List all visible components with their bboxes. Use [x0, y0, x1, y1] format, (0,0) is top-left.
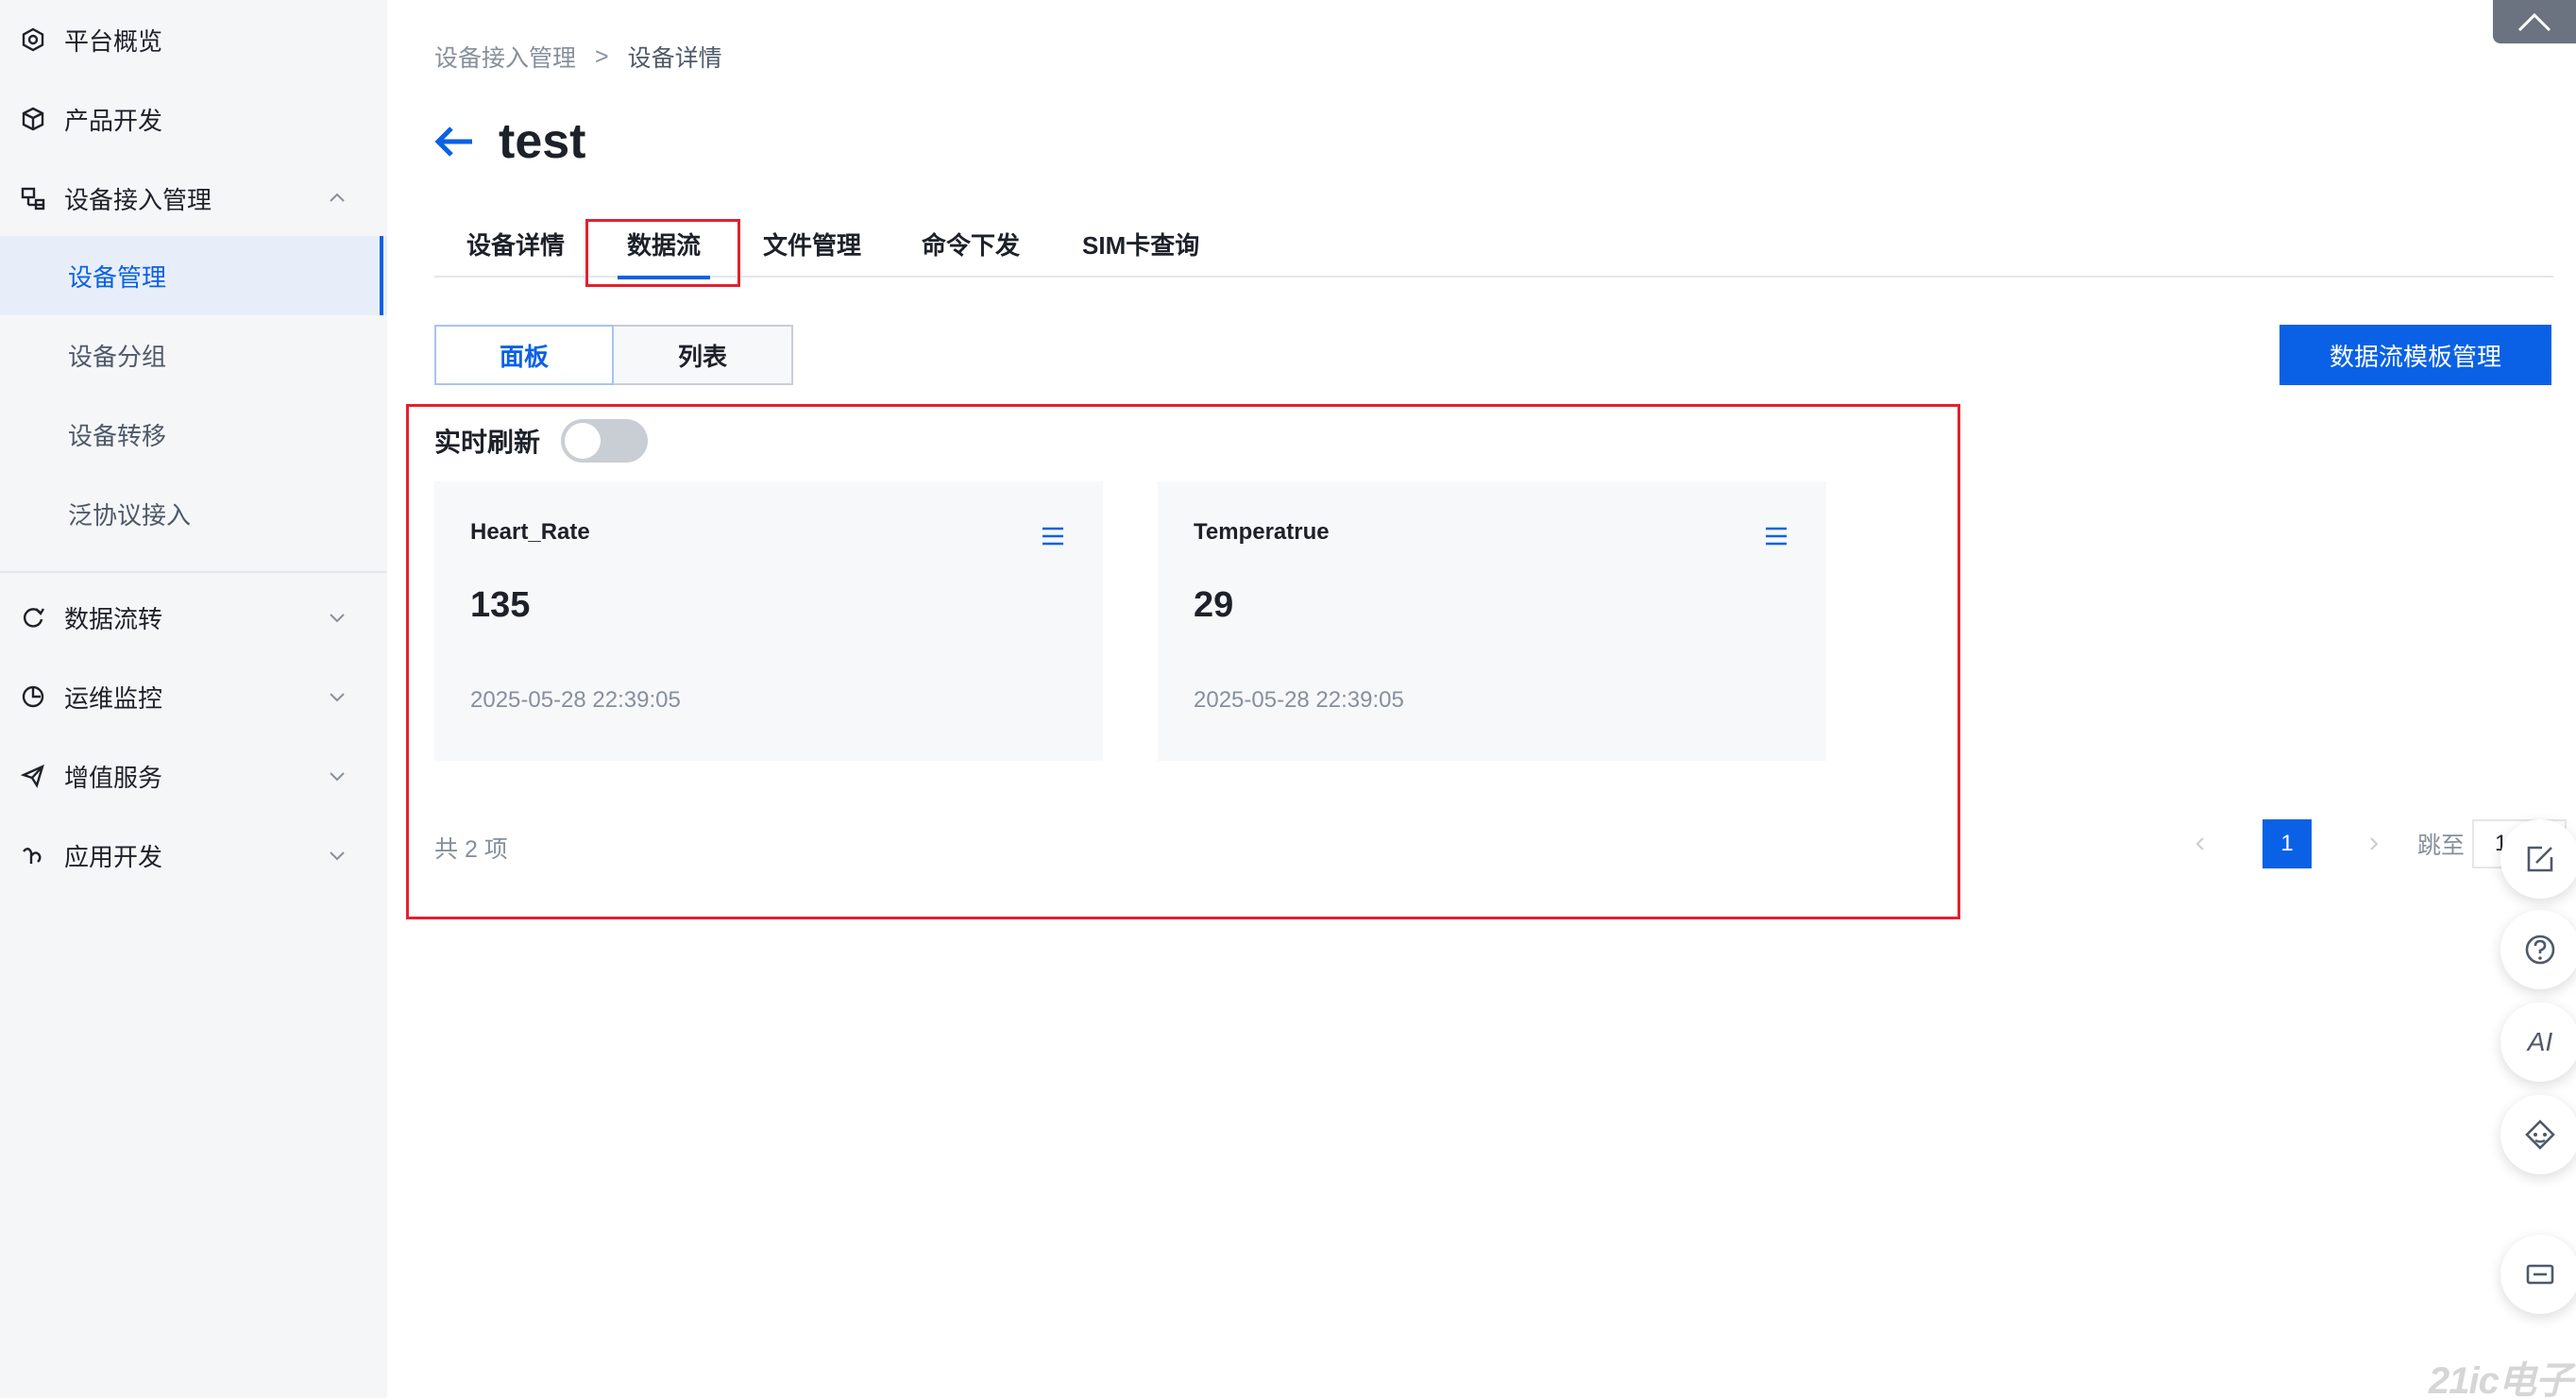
- sidebar-subitem-device-management[interactable]: 设备管理: [0, 236, 387, 315]
- page-title: test: [499, 114, 586, 169]
- datastream-timestamp: 2025-05-28 22:39:05: [470, 687, 681, 713]
- sidebar-subitem-device-transfer[interactable]: 设备转移: [0, 395, 387, 474]
- datastream-name: Heart_Rate: [470, 519, 590, 545]
- datastream-card: Temperatrue 29 2025-05-28 22:39:05: [1158, 481, 1826, 761]
- sidebar-item-overview[interactable]: 平台概览: [0, 0, 387, 79]
- realtime-refresh-switch[interactable]: [561, 419, 649, 463]
- sidebar-item-data-flow[interactable]: 数据流转: [0, 578, 387, 657]
- sidebar-subitem-label: 泛协议接入: [68, 500, 192, 530]
- highlight-box-tab: [585, 219, 740, 287]
- collapse-icon: [2526, 1264, 2554, 1285]
- app-dev-icon: [19, 841, 47, 869]
- data-flow-icon: [19, 603, 47, 632]
- overview-icon: [19, 25, 47, 54]
- tab-device-detail[interactable]: 设备详情: [466, 227, 565, 261]
- page-header: test: [434, 113, 585, 170]
- device-access-icon: [19, 184, 47, 212]
- tab-sim-query[interactable]: SIM卡查询: [1082, 227, 1199, 261]
- monitor-icon: [19, 682, 47, 711]
- sidebar-item-device-access[interactable]: 设备接入管理: [0, 159, 387, 238]
- float-assistant-button[interactable]: [2500, 1095, 2576, 1174]
- switch-knob: [565, 423, 602, 459]
- breadcrumb-current: 设备详情: [627, 45, 722, 72]
- breadcrumb-separator: >: [595, 42, 609, 70]
- list-view-button[interactable]: 列表: [614, 325, 793, 385]
- float-collapse-button[interactable]: [2500, 1235, 2576, 1314]
- sidebar-item-label: 增值服务: [64, 763, 163, 792]
- float-help-button[interactable]: [2500, 910, 2576, 989]
- sidebar-item-label: 数据流转: [64, 604, 163, 633]
- sidebar-subitem-device-group[interactable]: 设备分组: [0, 315, 387, 395]
- sidebar-item-label: 产品开发: [64, 106, 163, 135]
- breadcrumb-parent[interactable]: 设备接入管理: [434, 40, 576, 74]
- chevron-left-icon: [2195, 837, 2204, 851]
- datastream-value: 135: [470, 585, 531, 625]
- datastream-card: Heart_Rate 135 2025-05-28 22:39:05: [434, 481, 1103, 761]
- jump-label: 跳至: [2417, 833, 2466, 859]
- chevron-up-icon: [330, 193, 345, 202]
- tab-bar: 设备详情 数据流 文件管理 命令下发 SIM卡查询: [434, 213, 2553, 279]
- breadcrumb: 设备接入管理 > 设备详情: [434, 40, 722, 74]
- sidebar-item-ops-monitor[interactable]: 运维监控: [0, 657, 387, 736]
- sidebar-subitem-label: 设备分组: [68, 342, 167, 371]
- sidebar: 平台概览 产品开发 设备接入管理 设备管理 设备分组 设备转移 泛协议接入 数据…: [0, 0, 387, 1398]
- cube-icon: [19, 105, 47, 133]
- menu-icon[interactable]: [1041, 525, 1065, 547]
- sidebar-item-value-added[interactable]: 增值服务: [0, 736, 387, 816]
- view-toggle: 面板 列表: [434, 325, 793, 385]
- prev-page-button[interactable]: [2181, 825, 2219, 863]
- robot-icon: [2525, 1120, 2555, 1150]
- sidebar-item-app-dev[interactable]: 应用开发: [0, 816, 387, 895]
- datastream-timestamp: 2025-05-28 22:39:05: [1194, 687, 1404, 713]
- edit-icon: [2527, 846, 2553, 872]
- chevron-down-icon: [330, 693, 345, 702]
- datastream-template-button[interactable]: 数据流模板管理: [2279, 325, 2551, 385]
- sidebar-subitem-protocol-access[interactable]: 泛协议接入: [0, 474, 387, 553]
- sidebar-item-label: 设备接入管理: [64, 185, 212, 214]
- page-number-current[interactable]: 1: [2262, 819, 2312, 868]
- sidebar-item-label: 应用开发: [64, 842, 163, 871]
- tab-file-management[interactable]: 文件管理: [763, 227, 861, 261]
- help-icon: [2525, 935, 2555, 965]
- datastream-value: 29: [1194, 585, 1234, 625]
- sidebar-item-label: 运维监控: [64, 683, 163, 713]
- sidebar-item-label: 平台概览: [64, 26, 163, 56]
- watermark: 21ic电子网: [2429, 1360, 2573, 1398]
- menu-icon[interactable]: [1764, 525, 1788, 547]
- datastream-name: Temperatrue: [1194, 519, 1330, 545]
- panel-view-button[interactable]: 面板: [434, 325, 614, 385]
- chevron-down-icon: [330, 851, 345, 861]
- float-edit-button[interactable]: [2500, 819, 2576, 899]
- float-ai-button[interactable]: AI: [2500, 1002, 2576, 1082]
- chevron-down-icon: [330, 772, 345, 782]
- sidebar-subitem-label: 设备转移: [68, 421, 167, 450]
- sidebar-item-product-dev[interactable]: 产品开发: [0, 79, 387, 159]
- sidebar-divider: [0, 571, 387, 573]
- collapse-top-button[interactable]: [2493, 0, 2576, 43]
- chevron-up-icon: [2517, 12, 2551, 32]
- send-icon: [19, 762, 47, 790]
- chevron-down-icon: [330, 614, 345, 623]
- realtime-refresh: 实时刷新: [434, 419, 649, 463]
- next-page-button[interactable]: [2355, 825, 2393, 863]
- chevron-right-icon: [2370, 837, 2379, 851]
- back-arrow-icon[interactable]: [434, 125, 476, 159]
- realtime-refresh-label: 实时刷新: [434, 428, 541, 457]
- tab-command-dispatch[interactable]: 命令下发: [922, 227, 1020, 261]
- total-count: 共 2 项: [434, 836, 508, 863]
- sidebar-subitem-label: 设备管理: [68, 262, 167, 292]
- ai-icon: AI: [2527, 1027, 2553, 1056]
